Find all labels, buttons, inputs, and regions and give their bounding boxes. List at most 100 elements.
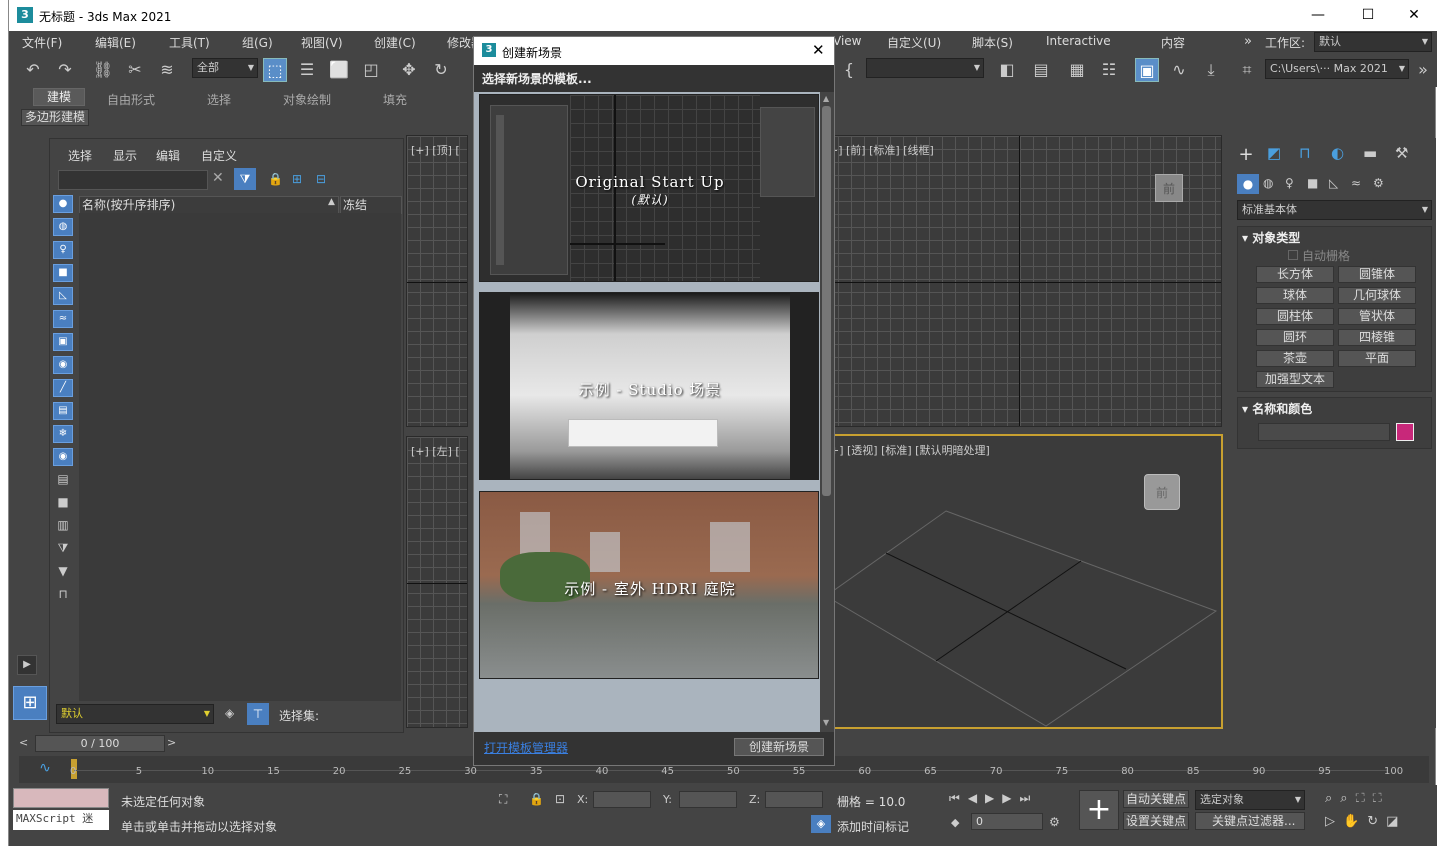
spacewarp-icon[interactable]: ≈ <box>53 310 73 328</box>
menu-scripting[interactable]: 脚本(S) <box>972 34 1013 51</box>
box-button[interactable]: 长方体 <box>1256 266 1334 283</box>
prev-key-icon[interactable]: ◀ <box>968 791 985 805</box>
object-color-swatch[interactable] <box>1396 423 1414 441</box>
utilities-tab-icon[interactable]: ⚒ <box>1395 144 1408 162</box>
named-selection-dropdown[interactable] <box>866 58 984 78</box>
menu-edit[interactable]: 编辑(E) <box>95 34 136 51</box>
template-scrollbar[interactable]: ▲ ▼ <box>820 92 834 732</box>
explorer-tab-customize[interactable]: 自定义 <box>201 147 237 164</box>
goto-end-icon[interactable]: ⏭ <box>1020 791 1039 805</box>
chevron-right-icon[interactable]: » <box>1244 34 1252 49</box>
scroll-up-icon[interactable]: ▲ <box>823 94 829 103</box>
template-studio-scene[interactable]: 示例 - Studio 场景 <box>479 292 819 480</box>
project-icon[interactable]: ⌗ <box>1235 58 1259 82</box>
zoom-all-icon[interactable]: ⌕ <box>1340 791 1355 806</box>
selection-filter-dropdown[interactable]: 全部 <box>192 58 258 78</box>
tube-button[interactable]: 管状体 <box>1338 308 1416 325</box>
template-outdoor-hdri[interactable]: 示例 - 室外 HDRI 庭院 <box>479 491 819 679</box>
light-icon[interactable]: ♀ <box>53 241 73 259</box>
viewport-top-label[interactable]: [+] [顶] [ <box>411 142 460 158</box>
scroll-down-icon[interactable]: ▼ <box>823 718 829 727</box>
funnel-icon[interactable]: ▼ <box>53 563 73 581</box>
autogrid-checkbox[interactable]: 自动栅格 <box>1288 247 1350 264</box>
object-name-input[interactable] <box>1258 423 1390 441</box>
lock-icon[interactable]: 🔒 <box>268 172 283 186</box>
link-icon[interactable]: ⛓ <box>91 58 115 82</box>
folder-icon[interactable]: ⊓ <box>53 586 73 604</box>
menu-group[interactable]: 组(G) <box>242 34 273 51</box>
set-key-button[interactable]: 设置关键点 <box>1123 812 1189 830</box>
absolute-mode-icon[interactable]: ⊡ <box>555 792 565 806</box>
name-color-header[interactable]: ▾ 名称和颜色 <box>1242 400 1312 417</box>
menu-file[interactable]: 文件(F) <box>22 34 62 51</box>
play-small-icon[interactable]: ▶ <box>17 655 37 675</box>
maxscript-output[interactable] <box>13 788 109 808</box>
viewport-layout-icon[interactable]: ⊞ <box>13 686 47 720</box>
hierarchy-mode-icon[interactable]: ⊤ <box>247 703 269 725</box>
column-name[interactable]: 名称(按升序排序) <box>79 196 339 214</box>
bone-icon[interactable]: ╱ <box>53 379 73 397</box>
scene-object-list[interactable] <box>79 213 401 701</box>
motion-tab-icon[interactable]: ◐ <box>1331 144 1344 162</box>
undo-icon[interactable]: ↶ <box>21 58 45 82</box>
orbit-icon[interactable]: ↻ <box>1367 814 1386 829</box>
systems-icon[interactable]: ⚙ <box>1373 176 1384 190</box>
cone-button[interactable]: 圆锥体 <box>1338 266 1416 283</box>
sphere-button[interactable]: 球体 <box>1256 287 1334 304</box>
zoom-icon[interactable]: ⌕ <box>1325 791 1340 806</box>
create-tab-icon[interactable]: + <box>1235 144 1257 166</box>
viewport-persp-label[interactable]: +] [透视] [标准] [默认明暗处理] <box>830 442 990 458</box>
rotate-icon[interactable]: ↻ <box>429 58 453 82</box>
x-coord-input[interactable] <box>593 791 651 808</box>
object-type-header[interactable]: ▾ 对象类型 <box>1242 229 1300 246</box>
goto-start-icon[interactable]: ⏮ <box>949 791 968 805</box>
zoom-extents-icon[interactable]: ⛶ <box>1356 791 1373 806</box>
helpers-icon[interactable]: ◺ <box>1329 176 1338 190</box>
time-config-icon[interactable]: ⚙ <box>1049 815 1060 829</box>
camera-icon[interactable]: ■ <box>53 264 73 282</box>
shapes-icon[interactable]: ◍ <box>1263 176 1273 190</box>
next-key-icon[interactable]: ▶ <box>1002 791 1019 805</box>
explorer-tab-select[interactable]: 选择 <box>68 147 92 164</box>
close-button[interactable]: ✕ <box>1391 0 1437 31</box>
viewport-left-label[interactable]: [+] [左] [ <box>411 443 460 459</box>
redo-icon[interactable]: ↷ <box>53 58 77 82</box>
set-key-big-icon[interactable]: + <box>1079 790 1119 830</box>
edit-named-sets-icon[interactable]: { <box>837 58 861 82</box>
square-icon[interactable]: ■ <box>53 494 73 512</box>
select-by-name-icon[interactable]: ☰ <box>295 58 319 82</box>
doc-icon[interactable]: ▥ <box>53 517 73 535</box>
primitive-type-dropdown[interactable]: 标准基本体 <box>1237 200 1432 220</box>
layer-explorer-icon[interactable]: ☷ <box>1097 58 1121 82</box>
layer-dropdown[interactable]: 默认 <box>56 704 214 724</box>
align-icon[interactable]: ▤ <box>1029 58 1053 82</box>
menu-tools[interactable]: 工具(T) <box>169 34 210 51</box>
time-tag-icon[interactable]: ◈ <box>811 815 831 833</box>
hierarchy-tab-icon[interactable]: ⊓ <box>1299 144 1311 162</box>
display-tab-icon[interactable]: ▬ <box>1363 144 1377 162</box>
selection-lock-icon[interactable]: 🔒 <box>529 792 544 806</box>
minimize-button[interactable]: — <box>1295 0 1341 31</box>
chevron-right-icon[interactable]: » <box>1411 58 1435 82</box>
render-setup-icon[interactable]: ⤓ <box>1199 58 1223 82</box>
layers-icon[interactable]: ◈ <box>225 706 234 720</box>
hierarchy-icon[interactable]: ⊞ <box>292 172 302 186</box>
select-object-icon[interactable]: ⬚ <box>263 58 287 82</box>
helper-icon[interactable]: ◺ <box>53 287 73 305</box>
y-coord-input[interactable] <box>679 791 737 808</box>
maximize-button[interactable]: ☐ <box>1345 0 1391 31</box>
curve-icon[interactable]: ∿ <box>27 760 63 780</box>
explorer-tab-edit[interactable]: 编辑 <box>156 147 180 164</box>
key-filters-button[interactable]: 关键点过滤器... <box>1195 812 1305 830</box>
geometry-icon[interactable]: ● <box>1237 174 1259 194</box>
auto-key-button[interactable]: 自动关键点 <box>1123 790 1189 808</box>
maxscript-listener[interactable]: MAXScript 迷 <box>13 810 109 830</box>
search-input[interactable] <box>58 170 208 190</box>
open-template-manager-link[interactable]: 打开模板管理器 <box>484 739 568 756</box>
bind-spacewarp-icon[interactable]: ≋ <box>155 58 179 82</box>
geosphere-button[interactable]: 几何球体 <box>1338 287 1416 304</box>
project-path-dropdown[interactable]: C:\Users\··· Max 2021 <box>1265 59 1409 79</box>
filter-icon[interactable]: ⧩ <box>234 168 256 190</box>
menu-content[interactable]: 内容 <box>1161 34 1185 51</box>
template-original-startup[interactable]: Original Start Up (默认) <box>479 94 819 282</box>
